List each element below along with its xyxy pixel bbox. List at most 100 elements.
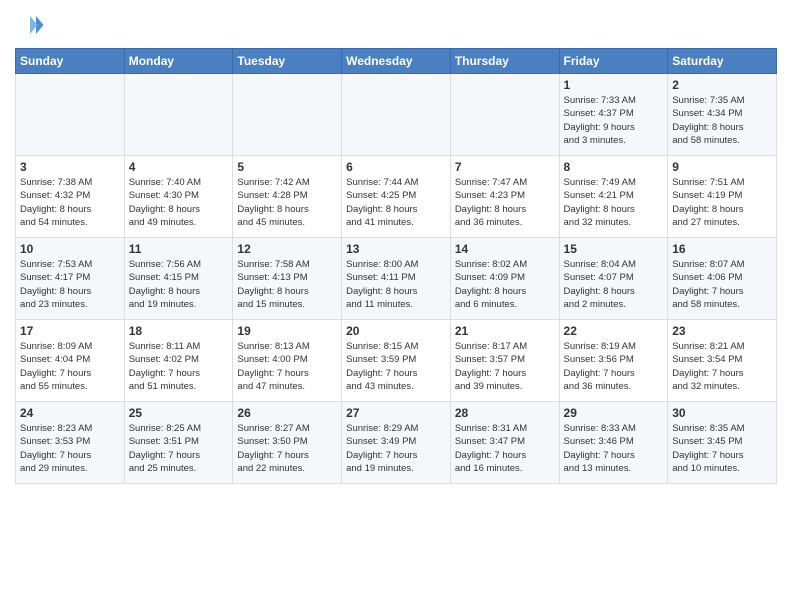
calendar-cell: 6Sunrise: 7:44 AM Sunset: 4:25 PM Daylig…	[342, 156, 451, 238]
day-info: Sunrise: 8:27 AM Sunset: 3:50 PM Dayligh…	[237, 422, 337, 475]
day-number: 10	[20, 242, 120, 256]
weekday-header: Tuesday	[233, 49, 342, 74]
calendar-cell: 12 Sunrise: 7:58 AM Sunset: 4:13 PM Dayli…	[233, 238, 342, 320]
calendar-cell: 22Sunrise: 8:19 AM Sunset: 3:56 PM Dayli…	[559, 320, 668, 402]
day-number: 20	[346, 324, 446, 338]
day-number: 19	[237, 324, 337, 338]
day-info: Sunrise: 7:49 AM Sunset: 4:21 PM Dayligh…	[564, 176, 664, 229]
logo-icon	[15, 10, 45, 40]
day-number: 4	[129, 160, 229, 174]
calendar-cell: 2 Sunrise: 7:35 AM Sunset: 4:34 PM Daylig…	[668, 74, 777, 156]
day-info: Sunrise: 7:53 AM Sunset: 4:17 PM Dayligh…	[20, 258, 120, 311]
day-info: Sunrise: 8:23 AM Sunset: 3:53 PM Dayligh…	[20, 422, 120, 475]
calendar-header: SundayMondayTuesdayWednesdayThursdayFrid…	[16, 49, 777, 74]
day-number: 22	[564, 324, 664, 338]
day-number: 24	[20, 406, 120, 420]
day-number: 30	[672, 406, 772, 420]
calendar-cell: 28 Sunrise: 8:31 AM Sunset: 3:47 PM Dayli…	[450, 402, 559, 484]
day-number: 25	[129, 406, 229, 420]
day-number: 21	[455, 324, 555, 338]
calendar-cell: 24 Sunrise: 8:23 AM Sunset: 3:53 PM Dayli…	[16, 402, 125, 484]
day-info: Sunrise: 7:51 AM Sunset: 4:19 PM Dayligh…	[672, 176, 772, 229]
day-number: 14	[455, 242, 555, 256]
calendar-cell: 29 Sunrise: 8:33 AM Sunset: 3:46 PM Dayli…	[559, 402, 668, 484]
logo	[15, 10, 49, 40]
calendar-cell: 18 Sunrise: 8:11 AM Sunset: 4:02 PM Dayli…	[124, 320, 233, 402]
day-info: Sunrise: 7:44 AM Sunset: 4:25 PM Dayligh…	[346, 176, 446, 229]
calendar-cell: 3Sunrise: 7:38 AM Sunset: 4:32 PM Daylig…	[16, 156, 125, 238]
calendar-week-row: 24 Sunrise: 8:23 AM Sunset: 3:53 PM Dayli…	[16, 402, 777, 484]
day-info: Sunrise: 8:04 AM Sunset: 4:07 PM Dayligh…	[564, 258, 664, 311]
day-number: 2	[672, 78, 772, 92]
day-number: 12	[237, 242, 337, 256]
calendar-cell: 11 Sunrise: 7:56 AM Sunset: 4:15 PM Dayli…	[124, 238, 233, 320]
day-number: 11	[129, 242, 229, 256]
day-number: 27	[346, 406, 446, 420]
calendar-cell	[233, 74, 342, 156]
calendar-cell: 13 Sunrise: 8:00 AM Sunset: 4:11 PM Dayli…	[342, 238, 451, 320]
calendar-cell: 30 Sunrise: 8:35 AM Sunset: 3:45 PM Dayli…	[668, 402, 777, 484]
day-info: Sunrise: 7:38 AM Sunset: 4:32 PM Dayligh…	[20, 176, 120, 229]
header-row: SundayMondayTuesdayWednesdayThursdayFrid…	[16, 49, 777, 74]
calendar-cell: 14 Sunrise: 8:02 AM Sunset: 4:09 PM Dayli…	[450, 238, 559, 320]
calendar-cell: 8 Sunrise: 7:49 AM Sunset: 4:21 PM Daylig…	[559, 156, 668, 238]
day-info: Sunrise: 7:47 AM Sunset: 4:23 PM Dayligh…	[455, 176, 555, 229]
day-info: Sunrise: 8:02 AM Sunset: 4:09 PM Dayligh…	[455, 258, 555, 311]
day-info: Sunrise: 8:15 AM Sunset: 3:59 PM Dayligh…	[346, 340, 446, 393]
page-container: SundayMondayTuesdayWednesdayThursdayFrid…	[0, 0, 792, 494]
weekday-header: Wednesday	[342, 49, 451, 74]
day-info: Sunrise: 8:17 AM Sunset: 3:57 PM Dayligh…	[455, 340, 555, 393]
day-info: Sunrise: 7:33 AM Sunset: 4:37 PM Dayligh…	[564, 94, 664, 147]
weekday-header: Friday	[559, 49, 668, 74]
calendar-cell: 1 Sunrise: 7:33 AM Sunset: 4:37 PM Daylig…	[559, 74, 668, 156]
day-number: 17	[20, 324, 120, 338]
weekday-header: Monday	[124, 49, 233, 74]
calendar-cell	[342, 74, 451, 156]
day-info: Sunrise: 7:56 AM Sunset: 4:15 PM Dayligh…	[129, 258, 229, 311]
day-info: Sunrise: 8:33 AM Sunset: 3:46 PM Dayligh…	[564, 422, 664, 475]
day-info: Sunrise: 7:58 AM Sunset: 4:13 PM Dayligh…	[237, 258, 337, 311]
calendar-cell: 27Sunrise: 8:29 AM Sunset: 3:49 PM Dayli…	[342, 402, 451, 484]
day-number: 9	[672, 160, 772, 174]
day-number: 23	[672, 324, 772, 338]
day-number: 5	[237, 160, 337, 174]
day-number: 26	[237, 406, 337, 420]
calendar-week-row: 17Sunrise: 8:09 AM Sunset: 4:04 PM Dayli…	[16, 320, 777, 402]
day-info: Sunrise: 7:40 AM Sunset: 4:30 PM Dayligh…	[129, 176, 229, 229]
day-number: 15	[564, 242, 664, 256]
day-number: 7	[455, 160, 555, 174]
day-number: 1	[564, 78, 664, 92]
calendar-week-row: 3Sunrise: 7:38 AM Sunset: 4:32 PM Daylig…	[16, 156, 777, 238]
day-info: Sunrise: 8:35 AM Sunset: 3:45 PM Dayligh…	[672, 422, 772, 475]
day-number: 8	[564, 160, 664, 174]
day-number: 29	[564, 406, 664, 420]
weekday-header: Thursday	[450, 49, 559, 74]
day-number: 13	[346, 242, 446, 256]
day-info: Sunrise: 7:35 AM Sunset: 4:34 PM Dayligh…	[672, 94, 772, 147]
calendar-cell: 4 Sunrise: 7:40 AM Sunset: 4:30 PM Daylig…	[124, 156, 233, 238]
calendar-cell: 23 Sunrise: 8:21 AM Sunset: 3:54 PM Dayli…	[668, 320, 777, 402]
calendar-cell	[16, 74, 125, 156]
day-info: Sunrise: 8:11 AM Sunset: 4:02 PM Dayligh…	[129, 340, 229, 393]
calendar-cell: 19Sunrise: 8:13 AM Sunset: 4:00 PM Dayli…	[233, 320, 342, 402]
calendar-cell: 10 Sunrise: 7:53 AM Sunset: 4:17 PM Dayli…	[16, 238, 125, 320]
calendar-cell: 15 Sunrise: 8:04 AM Sunset: 4:07 PM Dayli…	[559, 238, 668, 320]
calendar-cell: 9 Sunrise: 7:51 AM Sunset: 4:19 PM Daylig…	[668, 156, 777, 238]
calendar-table: SundayMondayTuesdayWednesdayThursdayFrid…	[15, 48, 777, 484]
calendar-cell: 20 Sunrise: 8:15 AM Sunset: 3:59 PM Dayli…	[342, 320, 451, 402]
calendar-week-row: 1 Sunrise: 7:33 AM Sunset: 4:37 PM Daylig…	[16, 74, 777, 156]
day-info: Sunrise: 8:31 AM Sunset: 3:47 PM Dayligh…	[455, 422, 555, 475]
day-info: Sunrise: 8:00 AM Sunset: 4:11 PM Dayligh…	[346, 258, 446, 311]
calendar-cell: 7 Sunrise: 7:47 AM Sunset: 4:23 PM Daylig…	[450, 156, 559, 238]
day-info: Sunrise: 7:42 AM Sunset: 4:28 PM Dayligh…	[237, 176, 337, 229]
weekday-header: Sunday	[16, 49, 125, 74]
day-info: Sunrise: 8:25 AM Sunset: 3:51 PM Dayligh…	[129, 422, 229, 475]
calendar-cell: 16Sunrise: 8:07 AM Sunset: 4:06 PM Dayli…	[668, 238, 777, 320]
day-number: 28	[455, 406, 555, 420]
weekday-header: Saturday	[668, 49, 777, 74]
day-number: 18	[129, 324, 229, 338]
calendar-cell: 5 Sunrise: 7:42 AM Sunset: 4:28 PM Daylig…	[233, 156, 342, 238]
day-info: Sunrise: 8:21 AM Sunset: 3:54 PM Dayligh…	[672, 340, 772, 393]
calendar-body: 1 Sunrise: 7:33 AM Sunset: 4:37 PM Daylig…	[16, 74, 777, 484]
calendar-cell: 25 Sunrise: 8:25 AM Sunset: 3:51 PM Dayli…	[124, 402, 233, 484]
